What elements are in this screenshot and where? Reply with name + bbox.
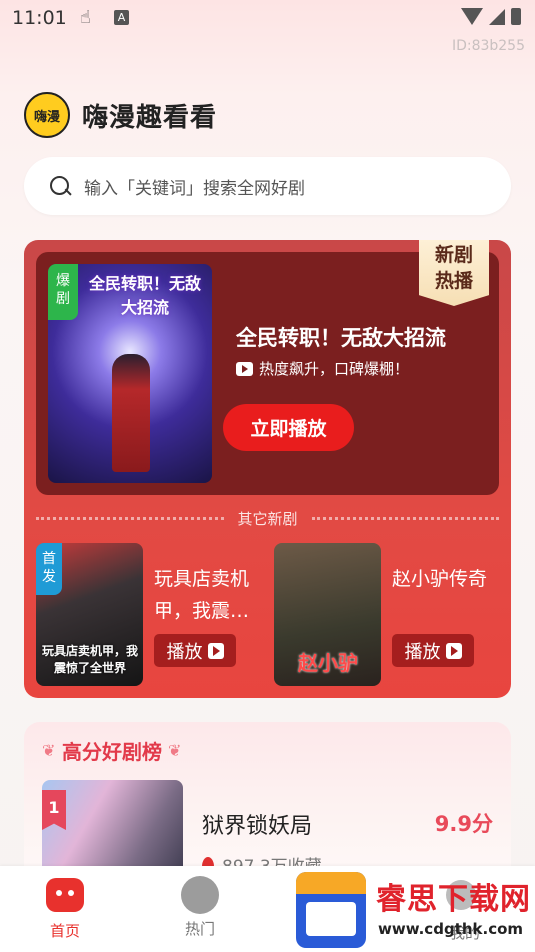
watermark-logo-icon — [296, 872, 366, 948]
rank-title[interactable]: 狱界锁妖局 — [202, 808, 312, 840]
home-icon — [46, 878, 84, 916]
rank-score: 9.9分 — [434, 812, 493, 836]
hot-tag-line1: 爆 — [56, 273, 70, 289]
search-icon — [50, 176, 70, 196]
wifi-icon — [461, 8, 483, 25]
status-time: 11:01 — [12, 7, 67, 29]
other-drama-card[interactable]: 赵小驴 赵小驴传奇 播放 — [274, 543, 510, 687]
accessibility-icon: A — [114, 10, 129, 25]
divider-dots-right — [311, 516, 500, 520]
app-header: 嗨漫 嗨漫趣看看 — [24, 92, 217, 138]
other-new-divider: 其它新剧 — [36, 508, 500, 528]
featured-title: 全民转职！无敌大招流 — [236, 326, 446, 350]
rank-number-badge: 1 — [42, 790, 66, 830]
status-icons — [461, 8, 521, 25]
status-bar: 11:01 ☝ A — [0, 0, 535, 36]
poster-caption: 赵小驴 — [298, 651, 358, 675]
search-input[interactable]: 输入「关键词」搜索全网好剧 — [24, 157, 511, 215]
drama-poster[interactable]: 赵小驴 — [274, 543, 381, 686]
play-label: 播放 — [404, 641, 441, 663]
first-tag-line1: 首 — [42, 551, 56, 567]
featured-poster[interactable]: 爆 剧 全民转职！无敌大招流 — [48, 264, 212, 483]
play-icon — [445, 642, 462, 659]
video-icon — [236, 361, 253, 376]
play-button[interactable]: 播放 — [154, 634, 236, 667]
rank-poster[interactable]: 1 — [42, 780, 183, 880]
ranking-title: 高分好剧榜 — [62, 740, 162, 764]
badge-line2: 热播 — [434, 270, 473, 292]
hot-tag: 爆 剧 — [48, 264, 78, 320]
laurel-left-icon: ❦ — [42, 740, 56, 760]
divider-dots-left — [36, 516, 224, 520]
first-release-tag: 首 发 — [36, 543, 62, 595]
app-logo: 嗨漫 — [24, 92, 70, 138]
new-drama-promo: 爆 剧 全民转职！无敌大招流 全民转职！无敌大招流 热度飙升，口碑爆棚！ 立即播… — [24, 240, 511, 698]
tab-home[interactable]: 首页 — [20, 876, 110, 941]
drama-poster[interactable]: 首 发 玩具店卖机甲，我震惊了全世界 — [36, 543, 143, 686]
poster-caption: 玩具店卖机甲，我震惊了全世界 — [41, 644, 138, 675]
watermark-url: www.cdgthk.com — [378, 920, 524, 938]
tab-hot[interactable]: 热门 — [155, 876, 245, 939]
new-drama-badge: 新剧 热播 — [419, 240, 489, 306]
signal-icon — [489, 8, 505, 25]
play-icon — [207, 642, 224, 659]
site-watermark: 睿思下载网 www.cdgthk.com — [296, 868, 535, 952]
search-placeholder: 输入「关键词」搜索全网好剧 — [84, 178, 305, 199]
touch-icon: ☝ — [80, 7, 91, 28]
tab-home-label: 首页 — [49, 922, 80, 940]
laurel-right-icon: ❦ — [168, 740, 182, 760]
battery-icon — [511, 8, 521, 25]
drama-title[interactable]: 玩具店卖机甲，我震… — [154, 563, 272, 627]
poster-caption: 全民转职！无敌大招流 — [88, 274, 201, 317]
badge-line1: 新剧 — [434, 244, 473, 266]
play-now-button[interactable]: 立即播放 — [223, 404, 354, 451]
play-button[interactable]: 播放 — [392, 634, 474, 667]
watermark-text: 睿思下载网 — [376, 882, 531, 917]
ranking-header: ❦ 高分好剧榜 ❦ — [42, 736, 182, 765]
drama-title[interactable]: 赵小驴传奇 — [392, 563, 510, 595]
device-id: ID:83b255 — [451, 38, 525, 54]
app-title: 嗨漫趣看看 — [82, 102, 218, 133]
flame-icon — [181, 876, 219, 914]
other-new-label: 其它新剧 — [237, 509, 298, 528]
featured-subtitle-text: 热度飙升，口碑爆棚！ — [259, 360, 410, 378]
featured-subtitle: 热度飙升，口碑爆棚！ — [236, 358, 409, 379]
play-label: 播放 — [166, 641, 203, 663]
first-tag-line2: 发 — [42, 569, 56, 585]
other-drama-card[interactable]: 首 发 玩具店卖机甲，我震惊了全世界 玩具店卖机甲，我震… 播放 — [36, 543, 272, 687]
tab-hot-label: 热门 — [184, 920, 215, 938]
poster-figure — [112, 354, 150, 472]
hot-tag-line2: 剧 — [56, 291, 70, 307]
